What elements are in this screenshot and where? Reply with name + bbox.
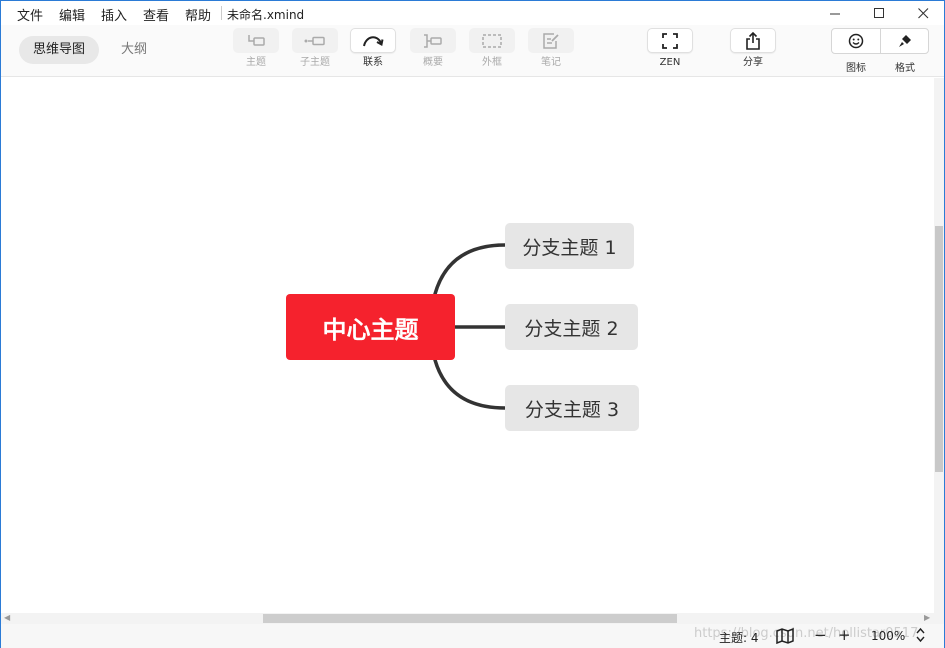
subtopic-label: 子主题 bbox=[300, 57, 330, 68]
document-title: 未命名.xmind bbox=[227, 8, 305, 22]
map-overview-button[interactable] bbox=[776, 627, 794, 647]
relationship-button-box bbox=[350, 28, 396, 53]
summary-button-box bbox=[410, 28, 456, 53]
zen-button[interactable]: ZEN bbox=[646, 28, 694, 69]
maximize-icon bbox=[873, 7, 884, 18]
panel-toggle-group bbox=[831, 28, 929, 54]
subtopic-button-box bbox=[292, 28, 338, 53]
boundary-icon bbox=[482, 33, 502, 48]
zen-label: ZEN bbox=[659, 57, 681, 68]
toolbar: 思维导图 大纲 主题 子主题 联系 概要 外框 笔记 ZEN 分享 图标 格式 bbox=[1, 25, 944, 77]
branch-topic-2[interactable]: 分支主题 2 bbox=[505, 304, 638, 350]
topic-count: 主题: 4 bbox=[719, 631, 759, 645]
horizontal-scroll-thumb[interactable] bbox=[263, 614, 677, 623]
menu-help[interactable]: 帮助 bbox=[185, 5, 211, 24]
menu-view[interactable]: 查看 bbox=[143, 5, 169, 24]
format-panel-button[interactable] bbox=[880, 29, 928, 53]
relationship-label: 联系 bbox=[363, 57, 383, 68]
zen-button-box bbox=[647, 28, 693, 53]
status-bar: https://blog.csdn.net/hollistar0517 主题: … bbox=[1, 624, 944, 648]
vertical-scrollbar[interactable] bbox=[934, 78, 944, 613]
note-button[interactable]: 笔记 bbox=[527, 28, 575, 69]
format-label: 格式 bbox=[895, 63, 915, 74]
close-icon bbox=[917, 7, 928, 18]
menu-edit[interactable]: 编辑 bbox=[59, 5, 85, 24]
topic-button-box bbox=[233, 28, 279, 53]
note-icon bbox=[543, 32, 559, 49]
scroll-right-icon[interactable]: ▶ bbox=[924, 613, 930, 622]
mindmap-canvas[interactable]: 中心主题 分支主题 1 分支主题 2 分支主题 3 bbox=[1, 78, 944, 613]
menu-file[interactable]: 文件 bbox=[17, 5, 43, 24]
chevron-updown-icon bbox=[916, 627, 925, 643]
minimize-icon bbox=[829, 13, 840, 14]
maximize-button[interactable] bbox=[857, 1, 901, 25]
vertical-scroll-thumb[interactable] bbox=[935, 226, 943, 472]
topic-button[interactable]: 主题 bbox=[232, 28, 280, 69]
share-label: 分享 bbox=[743, 57, 763, 68]
connector-branch-1 bbox=[433, 243, 507, 296]
map-icon bbox=[776, 627, 794, 645]
topic-icon bbox=[248, 34, 265, 46]
branch-topic-3[interactable]: 分支主题 3 bbox=[505, 385, 639, 431]
horizontal-scrollbar[interactable]: ◀ ▶ bbox=[1, 613, 944, 624]
fullscreen-icon bbox=[662, 32, 678, 49]
zoom-out-button[interactable]: − bbox=[814, 626, 827, 644]
boundary-label: 外框 bbox=[482, 57, 502, 68]
subtopic-icon bbox=[304, 36, 325, 45]
topic-label: 主题 bbox=[246, 57, 266, 68]
share-icon bbox=[746, 31, 760, 50]
emoji-icon bbox=[848, 33, 864, 49]
share-button-box bbox=[730, 28, 776, 53]
note-label: 笔记 bbox=[541, 57, 561, 68]
connector-branch-3 bbox=[433, 358, 507, 410]
branch-topic-1[interactable]: 分支主题 1 bbox=[505, 223, 634, 269]
summary-icon bbox=[424, 33, 442, 48]
relationship-button[interactable]: 联系 bbox=[349, 28, 397, 69]
boundary-button-box bbox=[469, 28, 515, 53]
close-button[interactable] bbox=[901, 1, 945, 25]
connector-layer bbox=[433, 243, 507, 410]
icons-label: 图标 bbox=[846, 63, 866, 74]
note-button-box bbox=[528, 28, 574, 53]
app-window: 文件 编辑 插入 查看 帮助 未命名.xmind 思维导图 大纲 主题 子主题 … bbox=[0, 0, 945, 648]
zoom-level[interactable]: 100% bbox=[871, 629, 905, 643]
subtopic-button[interactable]: 子主题 bbox=[291, 28, 339, 69]
summary-button[interactable]: 概要 bbox=[409, 28, 457, 69]
title-bar: 文件 编辑 插入 查看 帮助 未命名.xmind bbox=[1, 1, 944, 25]
share-button[interactable]: 分享 bbox=[729, 28, 777, 69]
zoom-stepper[interactable] bbox=[916, 627, 925, 646]
scroll-left-icon[interactable]: ◀ bbox=[4, 613, 10, 622]
summary-label: 概要 bbox=[423, 57, 443, 68]
menu-divider bbox=[221, 6, 222, 20]
tab-outline[interactable]: 大纲 bbox=[107, 36, 161, 64]
zoom-in-button[interactable]: + bbox=[838, 626, 851, 644]
boundary-button[interactable]: 外框 bbox=[468, 28, 516, 69]
brush-icon bbox=[898, 35, 911, 47]
icons-panel-button[interactable] bbox=[832, 29, 880, 53]
relationship-icon bbox=[363, 35, 384, 46]
central-topic[interactable]: 中心主题 bbox=[286, 294, 455, 360]
tab-mindmap[interactable]: 思维导图 bbox=[19, 36, 100, 64]
minimize-button[interactable] bbox=[813, 1, 857, 25]
menu-insert[interactable]: 插入 bbox=[101, 5, 127, 24]
